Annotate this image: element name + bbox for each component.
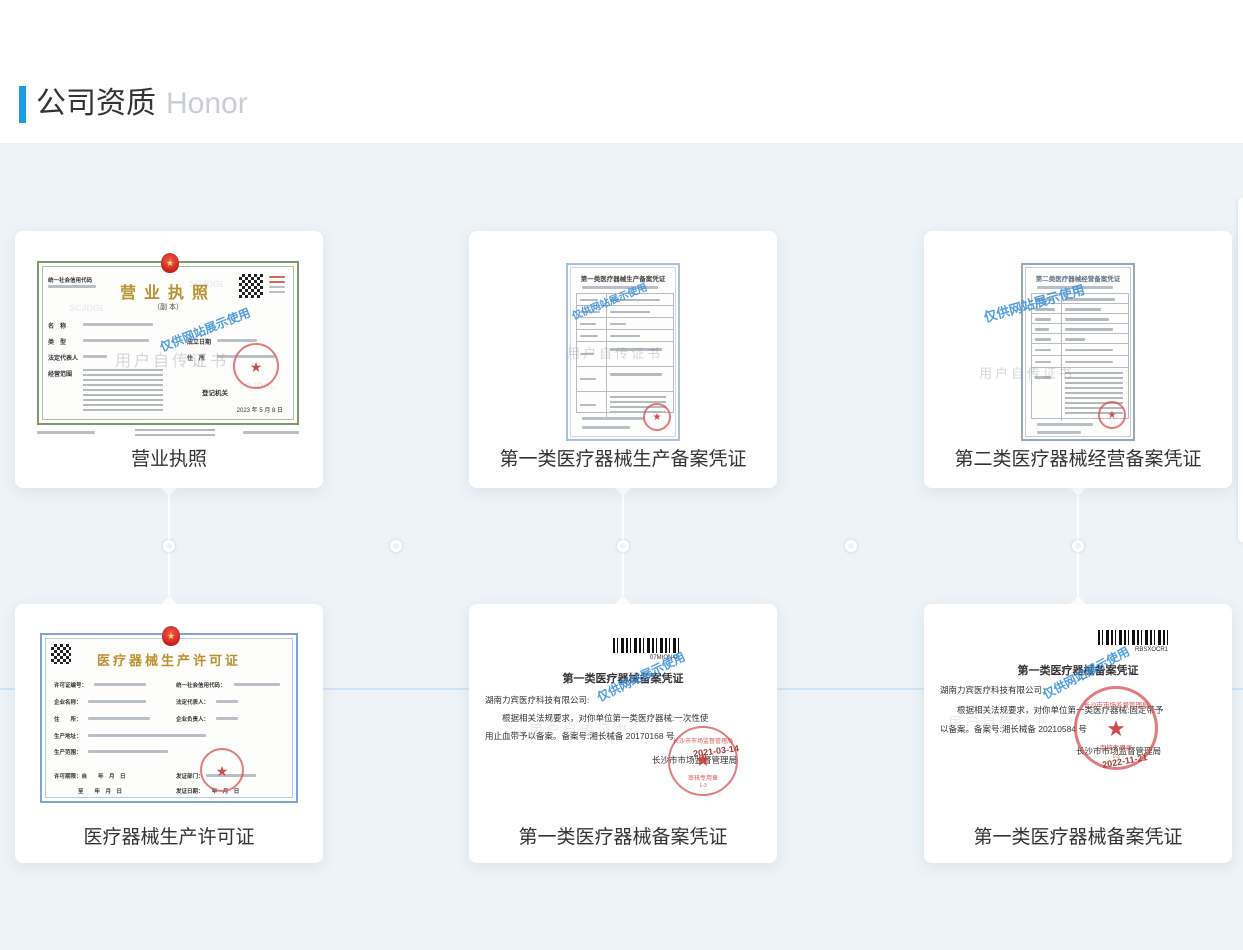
- timeline-dot: [617, 540, 629, 552]
- field-value: [88, 717, 150, 720]
- timeline-dot: [163, 540, 175, 552]
- field-value: [88, 700, 146, 703]
- card-pointer: [1070, 596, 1086, 604]
- section-title-en: Honor: [166, 87, 248, 120]
- timeline-dot: [845, 540, 857, 552]
- field-label: 生产地址：: [54, 732, 82, 740]
- red-seal-stamp: ★: [233, 343, 279, 389]
- certificate-card-business-license[interactable]: SCJDGL SCJDGL SCJDGL ★ 统一社会信用代码 营业执照 （副 …: [15, 231, 323, 488]
- section-title-cn: 公司资质: [36, 87, 156, 120]
- field-value: [88, 734, 206, 737]
- barcode: [613, 638, 679, 653]
- qr-side-text: [269, 291, 285, 293]
- watermark-user-upload: 用户自传证书: [115, 347, 229, 371]
- national-emblem-icon: ★: [161, 253, 179, 273]
- card-pointer: [161, 596, 177, 604]
- page: 公司资质 Honor SCJDGL SCJDGL SCJDGL ★ 统一社会信用代…: [0, 0, 1243, 950]
- red-seal-stamp: 长沙市市场监督管理局 ★ 审核专用章 1-3: [668, 726, 738, 796]
- watermark-user-upload: 用户自传证书: [529, 720, 631, 740]
- national-emblem-icon: ★: [162, 626, 180, 646]
- stamp-label: 审核专用章: [1077, 742, 1155, 752]
- card-caption: 营业执照: [15, 444, 323, 471]
- validity-from-label: 许可期限：自 年 月 日: [54, 772, 126, 780]
- card-caption: 医疗器械生产许可证: [15, 822, 323, 849]
- field-value: [216, 717, 238, 720]
- timeline-dot: [1072, 540, 1084, 552]
- document-addressee: 湖南力宾医疗科技有限公司:: [940, 684, 1044, 696]
- field-paragraph: [83, 369, 163, 411]
- card-pointer: [1070, 488, 1086, 496]
- fine-print: [135, 429, 215, 436]
- stamp-label: 审核专用章: [670, 773, 736, 782]
- footer-text: [1037, 431, 1081, 434]
- certificate-table: [1031, 293, 1129, 419]
- certificate-card-production-license[interactable]: ★ 医疗器械生产许可证 许可证编号： 统一社会信用代码： 企业名称： 法定代表人…: [15, 604, 323, 863]
- card-pointer: [615, 488, 631, 496]
- field-label: 企业名称：: [54, 698, 82, 706]
- validity-to-label: 至 年 月 日: [78, 787, 122, 795]
- card-caption: 第一类医疗器械备案凭证: [469, 822, 777, 849]
- certificate-title: 第一类医疗器械生产备案凭证: [568, 273, 678, 283]
- qr-side-text: [269, 281, 285, 283]
- certificate-card-class2-operation-filing[interactable]: 第二类医疗器械经营备案凭证 ★ 仅供网站展示使用 用户自传证书 第二类医疗器械经…: [924, 231, 1232, 488]
- card-caption: 第二类医疗器械经营备案凭证: [924, 444, 1232, 471]
- field-label: 生产范围：: [54, 748, 82, 756]
- field-value: [217, 339, 257, 342]
- field-label: 法定代表人：: [176, 698, 209, 706]
- section-accent-bar: [19, 86, 26, 123]
- watermark-user-upload: 用户自传证书: [567, 343, 663, 362]
- field-label: 企业负责人：: [176, 715, 209, 723]
- field-value: [94, 683, 146, 686]
- certificate-card-class1-filing-2[interactable]: RBSXOCR1 第一类医疗器械备案凭证 湖南力宾医疗科技有限公司: 根据相关法…: [924, 604, 1232, 863]
- watermark-user-upload: 用户自传证书: [948, 712, 1050, 732]
- red-seal-stamp: ★: [1098, 401, 1126, 429]
- timeline-dot: [390, 540, 402, 552]
- footer-text: [582, 426, 630, 429]
- filing-document-image[interactable]: 07MION48 第一类医疗器械备案凭证 湖南力宾医疗科技有限公司: 根据相关法…: [485, 620, 761, 804]
- field-label: 统一社会信用代码：: [176, 681, 226, 689]
- license-subtitle: （副 本）: [39, 302, 297, 312]
- field-label: 名 称: [48, 321, 66, 330]
- license-title: 医疗器械生产许可证: [42, 650, 296, 669]
- field-value: [216, 700, 238, 703]
- field-label: 经营范围: [48, 369, 72, 378]
- issue-date: 2023 年 5 月 8 日: [237, 405, 283, 414]
- field-value: [234, 683, 280, 686]
- filing-document-image[interactable]: RBSXOCR1 第一类医疗器械备案凭证 湖南力宾医疗科技有限公司: 根据相关法…: [940, 620, 1216, 804]
- business-license-image[interactable]: SCJDGL SCJDGL SCJDGL ★ 统一社会信用代码 营业执照 （副 …: [37, 261, 299, 425]
- field-label: 住 所：: [54, 715, 82, 723]
- document-addressee: 湖南力宾医疗科技有限公司:: [485, 694, 589, 706]
- footer-text: [582, 417, 644, 420]
- field-label: 法定代表人: [48, 353, 78, 362]
- license-image[interactable]: ★ 医疗器械生产许可证 许可证编号： 统一社会信用代码： 企业名称： 法定代表人…: [40, 633, 298, 803]
- field-value: [83, 355, 107, 358]
- field-label: 许可证编号：: [54, 681, 87, 689]
- section-title: 公司资质 Honor: [36, 84, 248, 124]
- stamp-arc-text: 长沙市市场监督管理局: [1077, 699, 1155, 709]
- card-pointer: [161, 488, 177, 496]
- stamp-number: 1-3: [670, 783, 736, 789]
- watermark-user-upload: 用户自传证书: [979, 363, 1075, 382]
- fine-print: [243, 431, 299, 434]
- carousel-next-card-peek: [1238, 198, 1243, 542]
- red-seal-stamp: ★: [643, 403, 671, 431]
- field-label: 类 型: [48, 337, 66, 346]
- card-pointer: [615, 596, 631, 604]
- card-caption: 第一类医疗器械备案凭证: [924, 822, 1232, 849]
- qr-code: [239, 274, 263, 298]
- barcode: [1098, 630, 1168, 645]
- qr-side-text: [269, 276, 285, 278]
- field-value: [83, 323, 153, 326]
- footer-text: [1037, 423, 1093, 426]
- certificate-card-class1-production-filing[interactable]: 第一类医疗器械生产备案凭证 ★ 仅供网站展示使用 用户自传证书 第一类医疗器械生…: [469, 231, 777, 488]
- certificate-card-class1-filing-1[interactable]: 07MION48 第一类医疗器械备案凭证 湖南力宾医疗科技有限公司: 根据相关法…: [469, 604, 777, 863]
- field-value: [88, 750, 168, 753]
- fine-print: [37, 431, 95, 434]
- red-seal-stamp: ★: [200, 748, 244, 792]
- field-value: [83, 339, 149, 342]
- qr-side-text: [269, 286, 285, 288]
- registrar-label: 登记机关: [202, 387, 228, 397]
- card-caption: 第一类医疗器械生产备案凭证: [469, 444, 777, 471]
